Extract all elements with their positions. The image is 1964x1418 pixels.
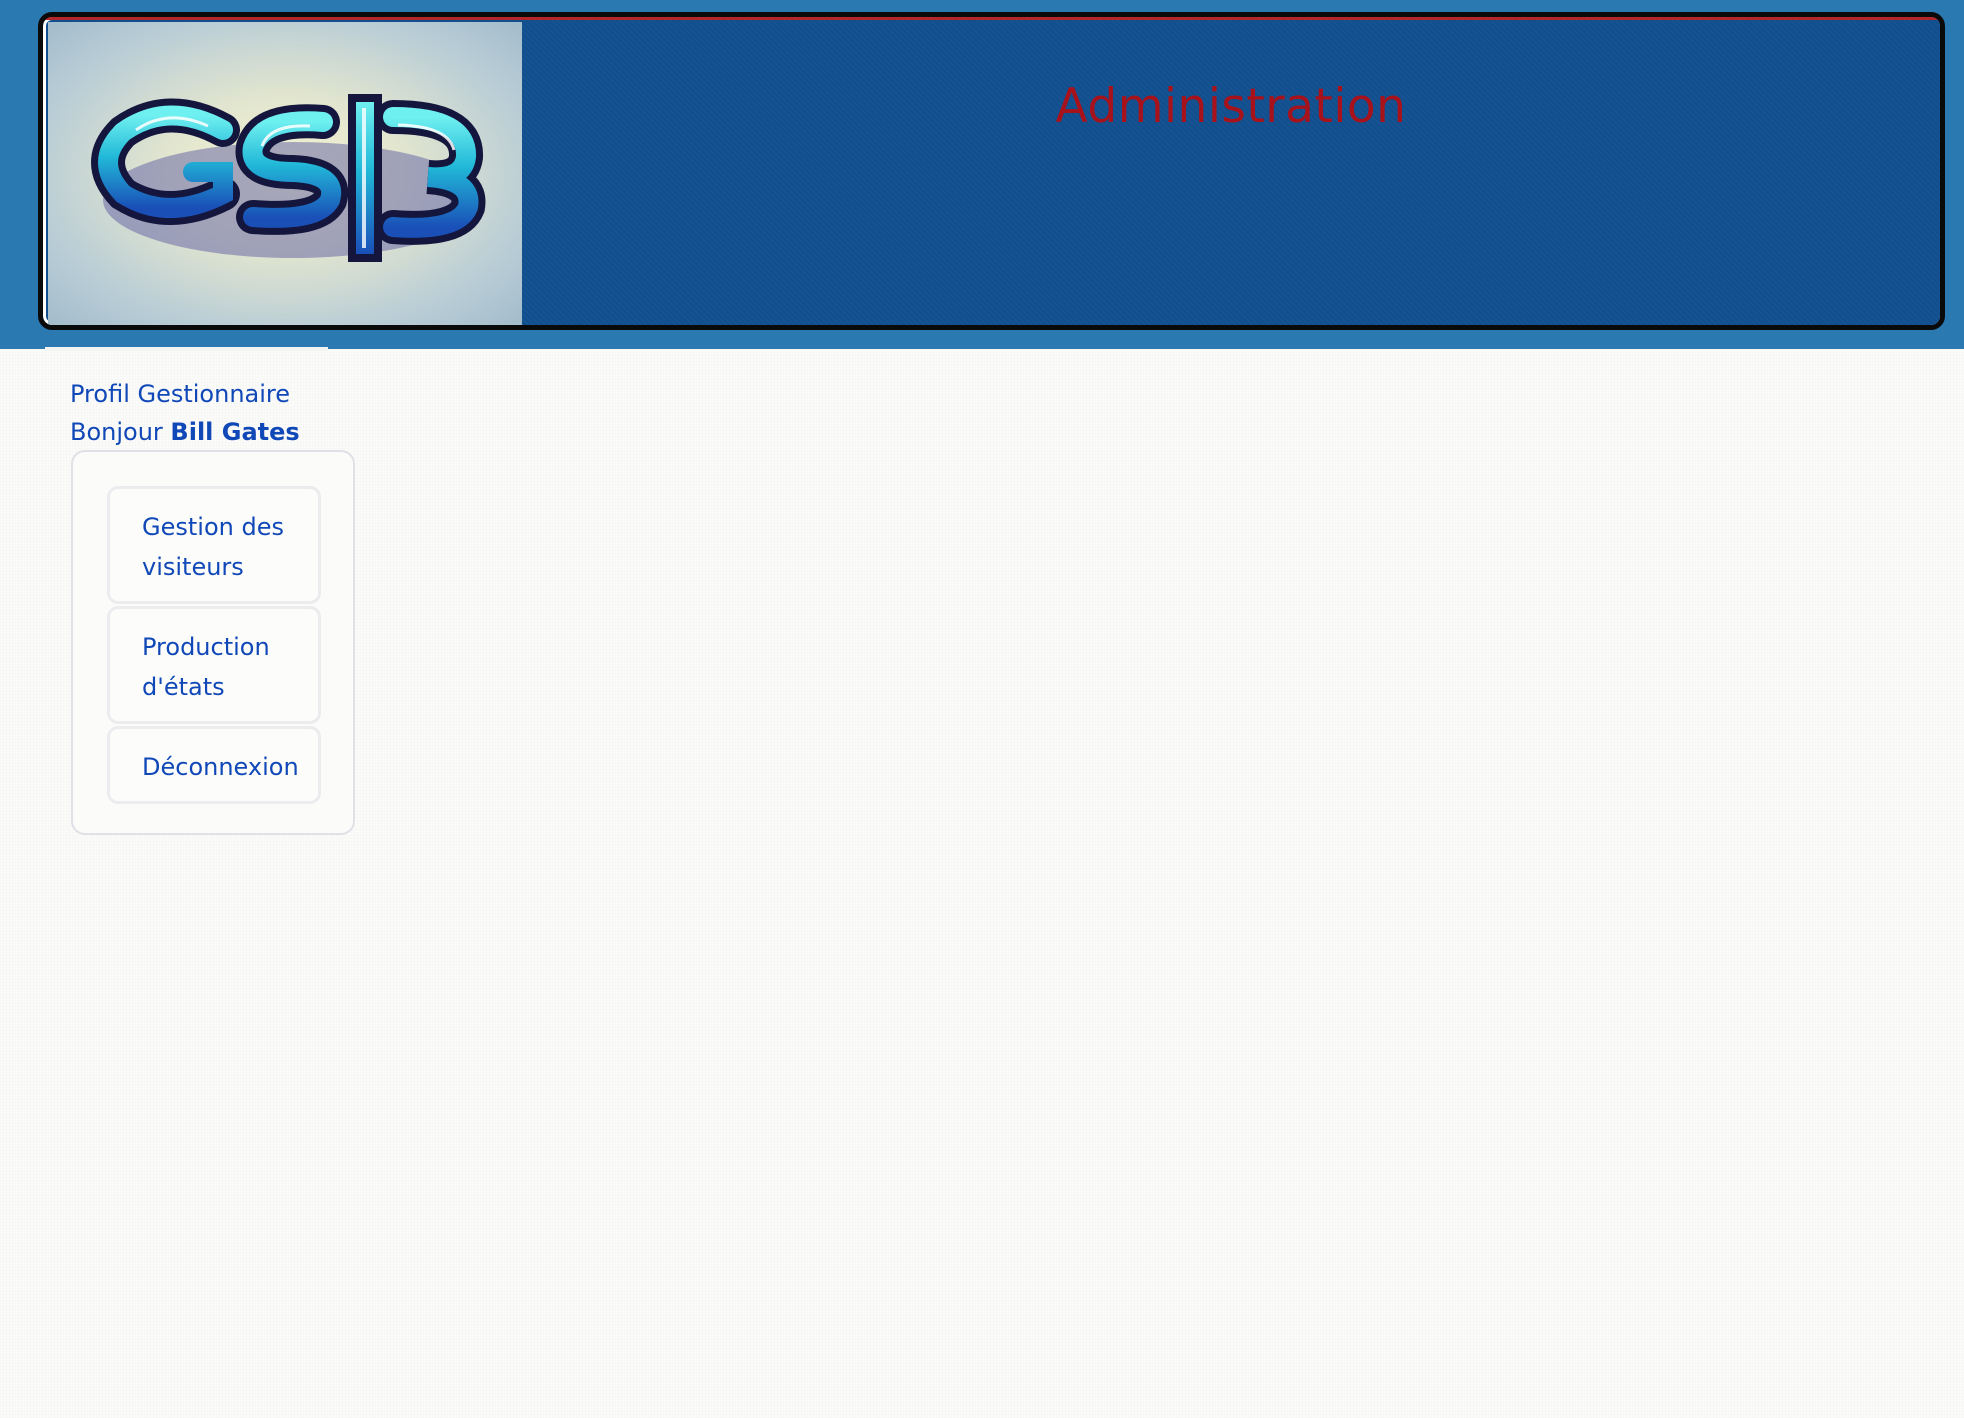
gsb-logo (48, 22, 522, 325)
user-name: Bill Gates (170, 418, 300, 446)
gsb-logo-icon (91, 94, 486, 262)
active-tab-indicator (45, 347, 328, 351)
header-title-area: Administration (522, 17, 1940, 325)
menu-panel: Gestion des visiteurs Production d'états… (71, 450, 355, 835)
menu-item-deconnexion[interactable]: Déconnexion (107, 726, 321, 804)
menu-item-gestion-visiteurs[interactable]: Gestion des visiteurs (107, 486, 321, 604)
page-title: Administration (1055, 79, 1407, 134)
sidebar-user-info: Profil Gestionnaire Bonjour Bill Gates (70, 375, 390, 451)
menu-item-production-etats[interactable]: Production d'états (107, 606, 321, 724)
profile-label: Profil Gestionnaire (70, 380, 291, 408)
greeting: Bonjour Bill Gates (70, 413, 390, 451)
greeting-prefix: Bonjour (70, 418, 171, 446)
site-header: Administration (38, 12, 1945, 330)
